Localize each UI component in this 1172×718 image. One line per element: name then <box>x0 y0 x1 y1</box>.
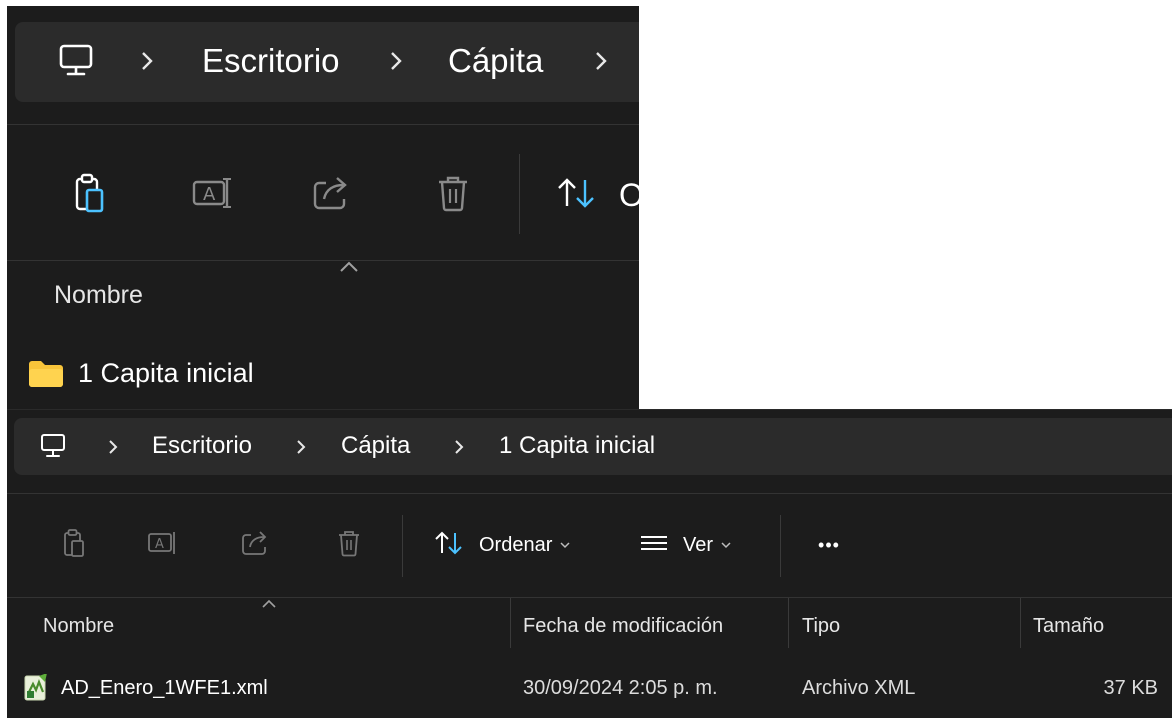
chevron-right-icon[interactable] <box>389 50 403 72</box>
list-item[interactable]: 1 Capita inicial <box>27 356 627 396</box>
xml-file-icon <box>23 673 49 707</box>
breadcrumb-capita[interactable]: Cápita <box>341 432 410 460</box>
divider <box>7 260 639 261</box>
toolbar-divider <box>780 515 781 577</box>
view-label: Ver <box>683 533 714 556</box>
trash-icon <box>337 529 361 562</box>
breadcrumb-capita[interactable]: Cápita <box>448 42 543 80</box>
clipboard-icon <box>63 528 85 563</box>
view-list-icon <box>639 533 669 558</box>
divider <box>7 493 1172 494</box>
address-bar[interactable]: Escritorio Cápita <box>15 22 639 102</box>
more-icon: ••• <box>818 534 840 555</box>
sort-button[interactable]: O <box>555 172 639 218</box>
column-header-type[interactable]: Tipo <box>802 615 840 638</box>
sort-label: Ordenar <box>479 533 553 556</box>
sort-icon <box>433 530 465 561</box>
delete-button[interactable] <box>332 528 366 562</box>
sort-caret-icon <box>339 260 359 278</box>
column-separator[interactable] <box>1020 598 1021 648</box>
chevron-down-icon <box>560 536 570 554</box>
breadcrumb-escritorio[interactable]: Escritorio <box>152 432 252 460</box>
chevron-right-icon[interactable] <box>140 50 154 72</box>
file-name: 1 Capita inicial <box>78 358 254 388</box>
breadcrumb-capita-inicial[interactable]: 1 Capita inicial <box>499 432 655 460</box>
paste-button[interactable] <box>67 172 113 218</box>
chevron-down-icon <box>721 536 731 554</box>
svg-text:A: A <box>203 184 216 205</box>
toolbar-divider <box>519 154 520 234</box>
file-type: Archivo XML <box>802 677 916 699</box>
chevron-right-icon[interactable] <box>594 50 608 72</box>
divider <box>7 124 639 125</box>
sort-label-clipped: O <box>619 176 639 213</box>
rename-button[interactable]: A <box>146 528 180 562</box>
this-pc-icon[interactable] <box>59 44 93 81</box>
column-separator[interactable] <box>510 598 511 648</box>
file-name: AD_Enero_1WFE1.xml <box>61 677 268 699</box>
sort-button[interactable]: Ordenar <box>433 528 593 562</box>
chevron-right-icon[interactable] <box>296 439 306 455</box>
column-header-modified[interactable]: Fecha de modificación <box>523 615 723 638</box>
more-options-button[interactable]: ••• <box>807 528 851 562</box>
sort-caret-icon <box>261 596 277 614</box>
share-icon <box>312 175 352 216</box>
breadcrumb-escritorio[interactable]: Escritorio <box>202 42 340 80</box>
file-size: 37 KB <box>1103 677 1158 699</box>
column-header-size[interactable]: Tamaño <box>1033 615 1104 638</box>
delete-button[interactable] <box>430 172 476 218</box>
column-separator[interactable] <box>788 598 789 648</box>
file-explorer-window-front: Escritorio Cápita 1 Capita inicial A Ord… <box>7 409 1172 718</box>
rename-icon: A <box>191 176 235 215</box>
this-pc-icon[interactable] <box>40 433 66 463</box>
toolbar-divider <box>402 515 403 577</box>
file-modified: 30/09/2024 2:05 p. m. <box>523 677 718 699</box>
share-button[interactable] <box>239 528 273 562</box>
column-header-name[interactable]: Nombre <box>43 615 114 638</box>
address-bar[interactable]: Escritorio Cápita 1 Capita inicial <box>14 418 1172 475</box>
share-button[interactable] <box>309 172 355 218</box>
sort-icon <box>555 176 599 215</box>
file-explorer-window-back: Escritorio Cápita A O Nombre 1 Capita in… <box>7 6 639 410</box>
column-header-name[interactable]: Nombre <box>54 281 143 310</box>
chevron-right-icon[interactable] <box>454 439 464 455</box>
table-row[interactable]: AD_Enero_1WFE1.xml 30/09/2024 2:05 p. m.… <box>7 666 1172 710</box>
svg-text:A: A <box>155 537 164 552</box>
rename-button[interactable]: A <box>190 172 236 218</box>
view-button[interactable]: Ver <box>639 528 759 562</box>
divider <box>7 597 1172 598</box>
trash-icon <box>437 174 469 217</box>
share-icon <box>241 529 271 562</box>
folder-icon <box>27 360 65 393</box>
clipboard-icon <box>75 173 105 218</box>
rename-icon: A <box>147 530 179 561</box>
paste-button[interactable] <box>57 528 91 562</box>
chevron-right-icon[interactable] <box>108 439 118 455</box>
